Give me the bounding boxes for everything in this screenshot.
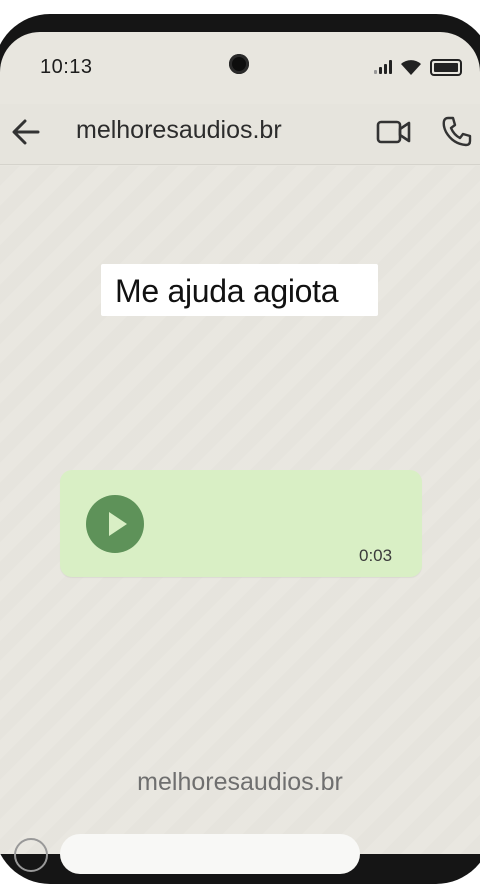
screen: 10:13 melhoresaudios.br (0, 32, 480, 854)
signal-icon (374, 60, 392, 74)
battery-icon (430, 58, 462, 76)
message-text: Me ajuda agiota (115, 273, 339, 309)
status-icons (374, 58, 462, 76)
video-camera-icon[interactable] (376, 116, 412, 148)
chat-header: melhoresaudios.br (0, 104, 480, 165)
contact-name[interactable]: melhoresaudios.br (76, 116, 282, 145)
phone-icon[interactable] (440, 114, 472, 148)
message-input[interactable] (60, 834, 360, 874)
play-icon[interactable] (86, 495, 144, 553)
watermark: melhoresaudios.br (137, 768, 343, 796)
status-time: 10:13 (40, 56, 93, 78)
emoji-icon[interactable] (14, 838, 48, 872)
arrow-left-icon[interactable] (8, 114, 44, 150)
message-input-bar (0, 830, 480, 874)
message-bubble-text: Me ajuda agiota (101, 264, 378, 316)
status-bar: 10:13 (0, 32, 480, 104)
voice-duration: 0:03 (359, 546, 393, 565)
wifi-icon (401, 60, 421, 75)
front-camera (229, 54, 249, 74)
